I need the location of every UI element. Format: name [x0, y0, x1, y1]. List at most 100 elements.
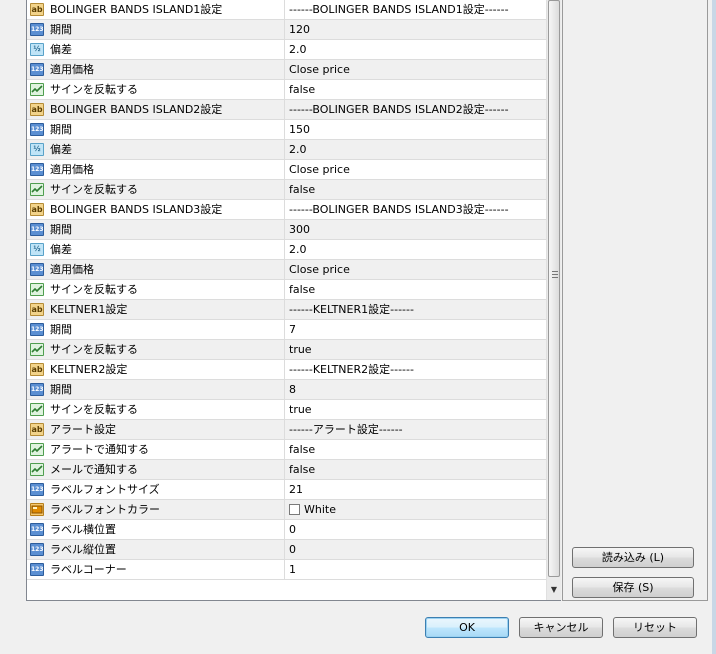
- parameter-row[interactable]: サインを反転する false: [27, 180, 546, 200]
- parameter-name-cell[interactable]: ab BOLINGER BANDS ISLAND3設定: [27, 200, 285, 219]
- parameter-name-cell[interactable]: ab KELTNER1設定: [27, 300, 285, 319]
- parameter-name-cell[interactable]: ab アラート設定: [27, 420, 285, 439]
- parameter-name-cell[interactable]: ab BOLINGER BANDS ISLAND2設定: [27, 100, 285, 119]
- parameter-value-cell[interactable]: false: [285, 460, 546, 479]
- parameter-name-cell[interactable]: 123 ラベル横位置: [27, 520, 285, 539]
- parameter-value-cell[interactable]: ------BOLINGER BANDS ISLAND3設定------: [285, 200, 546, 219]
- parameter-value-cell[interactable]: 2.0: [285, 140, 546, 159]
- color-swatch[interactable]: [289, 504, 300, 515]
- parameter-value-cell[interactable]: Close price: [285, 260, 546, 279]
- parameter-name-cell[interactable]: 123 期間: [27, 120, 285, 139]
- parameter-name-cell[interactable]: ab KELTNER2設定: [27, 360, 285, 379]
- parameter-row[interactable]: 123 期間 7: [27, 320, 546, 340]
- parameter-name-cell[interactable]: 123 期間: [27, 320, 285, 339]
- parameter-value-cell[interactable]: 0: [285, 540, 546, 559]
- cancel-button[interactable]: キャンセル: [519, 617, 603, 638]
- parameter-value-cell[interactable]: false: [285, 180, 546, 199]
- parameter-value-cell[interactable]: White: [285, 500, 546, 519]
- parameter-value-cell[interactable]: 1: [285, 560, 546, 579]
- parameter-value-cell[interactable]: ------KELTNER2設定------: [285, 360, 546, 379]
- parameter-value-cell[interactable]: 300: [285, 220, 546, 239]
- parameter-value-cell[interactable]: false: [285, 280, 546, 299]
- parameter-name-cell[interactable]: 123 ラベルフォントサイズ: [27, 480, 285, 499]
- parameter-row[interactable]: アラートで通知する false: [27, 440, 546, 460]
- parameter-row[interactable]: 123 ラベル縦位置 0: [27, 540, 546, 560]
- parameter-row[interactable]: 123 ラベルフォントサイズ 21: [27, 480, 546, 500]
- parameter-name-cell[interactable]: ½ 偏差: [27, 140, 285, 159]
- parameter-value: ------KELTNER2設定------: [289, 363, 414, 376]
- parameter-row[interactable]: 123 期間 150: [27, 120, 546, 140]
- parameter-row[interactable]: 123 適用価格 Close price: [27, 260, 546, 280]
- parameter-name-cell[interactable]: サインを反転する: [27, 80, 285, 99]
- parameter-value-cell[interactable]: 120: [285, 20, 546, 39]
- parameter-row[interactable]: 123 ラベル横位置 0: [27, 520, 546, 540]
- parameter-value-cell[interactable]: 2.0: [285, 40, 546, 59]
- parameter-row[interactable]: ab KELTNER1設定 ------KELTNER1設定------: [27, 300, 546, 320]
- parameter-name: ラベルフォントカラー: [50, 503, 160, 516]
- parameter-row[interactable]: 123 適用価格 Close price: [27, 60, 546, 80]
- parameter-value-cell[interactable]: ------KELTNER1設定------: [285, 300, 546, 319]
- parameter-value-cell[interactable]: 150: [285, 120, 546, 139]
- parameter-name-cell[interactable]: 123 期間: [27, 20, 285, 39]
- save-button[interactable]: 保存 (S): [572, 577, 694, 598]
- parameter-value-cell[interactable]: ------BOLINGER BANDS ISLAND1設定------: [285, 0, 546, 19]
- parameter-value-cell[interactable]: ------BOLINGER BANDS ISLAND2設定------: [285, 100, 546, 119]
- parameter-value-cell[interactable]: false: [285, 80, 546, 99]
- parameter-row[interactable]: ラベルフォントカラー White: [27, 500, 546, 520]
- parameter-name-cell[interactable]: ½ 偏差: [27, 240, 285, 259]
- parameter-row[interactable]: 123 期間 8: [27, 380, 546, 400]
- parameter-name-cell[interactable]: 123 期間: [27, 380, 285, 399]
- parameter-name-cell[interactable]: サインを反転する: [27, 180, 285, 199]
- parameter-name-cell[interactable]: ½ 偏差: [27, 40, 285, 59]
- parameter-value-cell[interactable]: 7: [285, 320, 546, 339]
- parameter-name-cell[interactable]: 123 期間: [27, 220, 285, 239]
- parameter-name-cell[interactable]: 123 適用価格: [27, 260, 285, 279]
- parameter-value: 150: [289, 123, 310, 136]
- parameter-value-cell[interactable]: true: [285, 400, 546, 419]
- parameter-value-cell[interactable]: 8: [285, 380, 546, 399]
- parameter-row[interactable]: 123 適用価格 Close price: [27, 160, 546, 180]
- parameter-value-cell[interactable]: false: [285, 440, 546, 459]
- parameter-row[interactable]: サインを反転する true: [27, 400, 546, 420]
- parameter-name-cell[interactable]: ラベルフォントカラー: [27, 500, 285, 519]
- parameter-row[interactable]: サインを反転する false: [27, 80, 546, 100]
- parameter-row[interactable]: メールで通知する false: [27, 460, 546, 480]
- parameter-name-cell[interactable]: 123 ラベルコーナー: [27, 560, 285, 579]
- parameter-name-cell[interactable]: サインを反転する: [27, 340, 285, 359]
- parameter-value-cell[interactable]: ------アラート設定------: [285, 420, 546, 439]
- parameter-name-cell[interactable]: サインを反転する: [27, 400, 285, 419]
- load-button[interactable]: 読み込み (L): [572, 547, 694, 568]
- parameter-name-cell[interactable]: 123 適用価格: [27, 160, 285, 179]
- parameter-name-cell[interactable]: 123 ラベル縦位置: [27, 540, 285, 559]
- parameter-name-cell[interactable]: サインを反転する: [27, 280, 285, 299]
- parameter-name-cell[interactable]: ab BOLINGER BANDS ISLAND1設定: [27, 0, 285, 19]
- parameter-row[interactable]: サインを反転する false: [27, 280, 546, 300]
- parameter-row[interactable]: ab BOLINGER BANDS ISLAND2設定 ------BOLINGER…: [27, 100, 546, 120]
- ok-button[interactable]: OK: [425, 617, 509, 638]
- parameter-row[interactable]: サインを反転する true: [27, 340, 546, 360]
- parameter-value-cell[interactable]: Close price: [285, 60, 546, 79]
- parameter-row[interactable]: 123 ラベルコーナー 1: [27, 560, 546, 580]
- parameter-name-cell[interactable]: アラートで通知する: [27, 440, 285, 459]
- parameter-name-cell[interactable]: 123 適用価格: [27, 60, 285, 79]
- parameter-row[interactable]: ab アラート設定 ------アラート設定------: [27, 420, 546, 440]
- reset-button[interactable]: リセット: [613, 617, 697, 638]
- parameter-value-cell[interactable]: Close price: [285, 160, 546, 179]
- parameter-value-cell[interactable]: 0: [285, 520, 546, 539]
- parameter-row[interactable]: 123 期間 300: [27, 220, 546, 240]
- parameter-row[interactable]: ½ 偏差 2.0: [27, 140, 546, 160]
- parameter-row[interactable]: 123 期間 120: [27, 20, 546, 40]
- scrollbar-thumb[interactable]: [548, 0, 560, 577]
- parameter-row[interactable]: ab KELTNER2設定 ------KELTNER2設定------: [27, 360, 546, 380]
- vertical-scrollbar[interactable]: ▼: [546, 0, 561, 600]
- parameter-row[interactable]: ab BOLINGER BANDS ISLAND1設定 ------BOLINGER…: [27, 0, 546, 20]
- parameter-value-cell[interactable]: 21: [285, 480, 546, 499]
- parameter-row[interactable]: ½ 偏差 2.0: [27, 240, 546, 260]
- parameter-value-cell[interactable]: 2.0: [285, 240, 546, 259]
- parameter-value: 120: [289, 23, 310, 36]
- parameter-row[interactable]: ½ 偏差 2.0: [27, 40, 546, 60]
- parameter-row[interactable]: ab BOLINGER BANDS ISLAND3設定 ------BOLINGER…: [27, 200, 546, 220]
- parameter-name-cell[interactable]: メールで通知する: [27, 460, 285, 479]
- scroll-down-arrow-icon[interactable]: ▼: [548, 582, 560, 598]
- parameter-value-cell[interactable]: true: [285, 340, 546, 359]
